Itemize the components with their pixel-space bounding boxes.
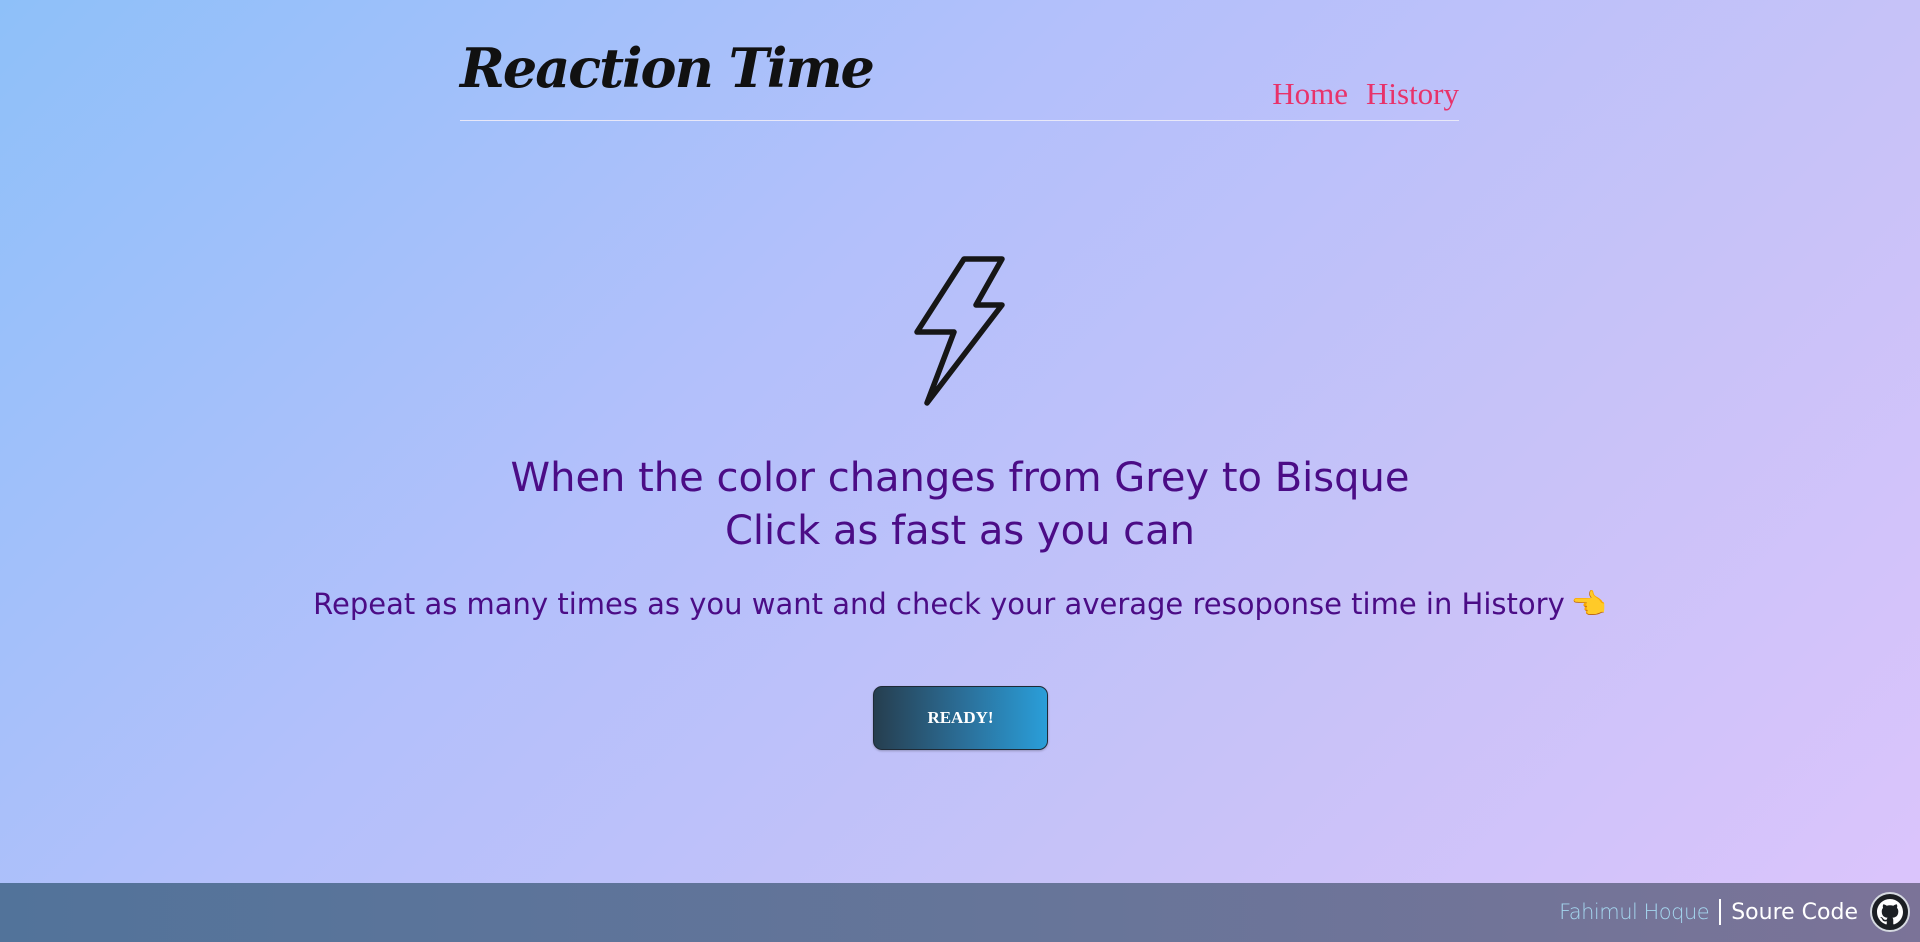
lightning-bolt-icon — [914, 256, 1005, 406]
subheading-text: Repeat as many times as you want and che… — [313, 587, 1565, 621]
site-header: Reaction Time Home History — [460, 0, 1459, 121]
footer-divider — [1719, 899, 1722, 925]
app-title: Reaction Time — [460, 36, 875, 100]
heading-line-2: Click as fast as you can — [724, 508, 1196, 554]
github-octocat-glyph — [1877, 899, 1903, 925]
ready-button[interactable]: READY! — [873, 686, 1048, 750]
main-nav: Home History — [1272, 76, 1459, 112]
nav-history-link[interactable]: History — [1366, 76, 1459, 112]
github-icon[interactable] — [1870, 892, 1910, 932]
footer-content: Fahimul Hoque Soure Code — [1559, 891, 1910, 933]
site-footer: Fahimul Hoque Soure Code — [0, 883, 1920, 942]
nav-home-link[interactable]: Home — [1272, 76, 1348, 112]
source-code-link[interactable]: Soure Code — [1731, 900, 1858, 925]
heading-line-1: When the color changes from Grey to Bisq… — [510, 455, 1410, 501]
instructions-heading: When the color changes from Grey to Bisq… — [0, 452, 1920, 558]
author-name: Fahimul Hoque — [1559, 900, 1710, 924]
instructions-subheading: Repeat as many times as you want and che… — [0, 584, 1920, 624]
pointing-hand-icon: 👈 — [1570, 587, 1607, 621]
